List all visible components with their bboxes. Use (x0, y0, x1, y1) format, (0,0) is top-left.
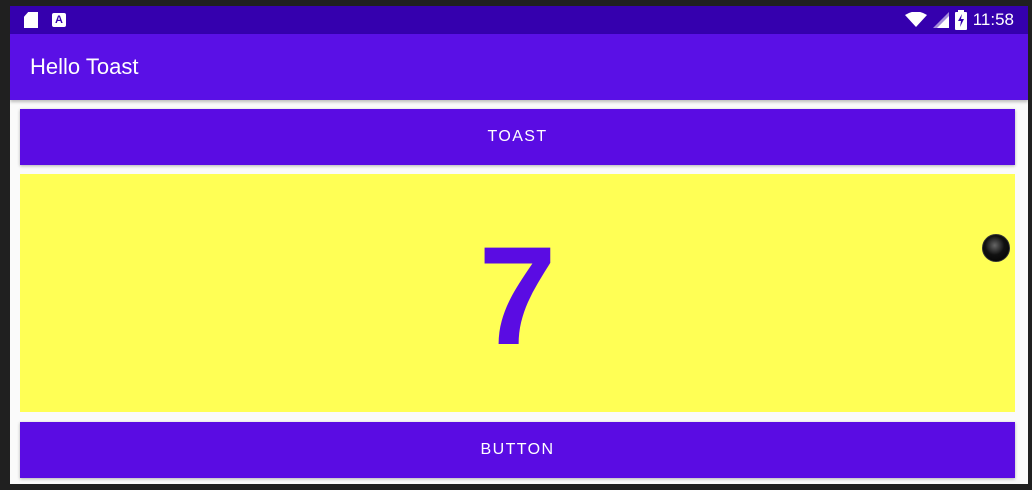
wifi-icon (904, 12, 927, 27)
count-button[interactable]: BUTTON (20, 422, 1015, 478)
a-notification-icon: A (52, 13, 66, 27)
count-display: 7 (20, 174, 1015, 412)
count-value: 7 (478, 217, 557, 374)
app-screen: A 11:58 Hello Toast TOAST 7 BUTTON (10, 6, 1028, 484)
signal-icon (932, 12, 949, 28)
camera-cutout-icon (982, 234, 1010, 262)
sd-card-icon (24, 12, 38, 28)
app-bar: Hello Toast (10, 34, 1028, 100)
battery-charging-icon (954, 10, 967, 30)
status-time: 11:58 (972, 10, 1014, 29)
toast-button[interactable]: TOAST (20, 109, 1015, 165)
device-frame: A 11:58 Hello Toast TOAST 7 BUTTON (0, 0, 1032, 490)
app-title: Hello Toast (30, 54, 139, 79)
status-bar: A 11:58 (10, 6, 1028, 34)
